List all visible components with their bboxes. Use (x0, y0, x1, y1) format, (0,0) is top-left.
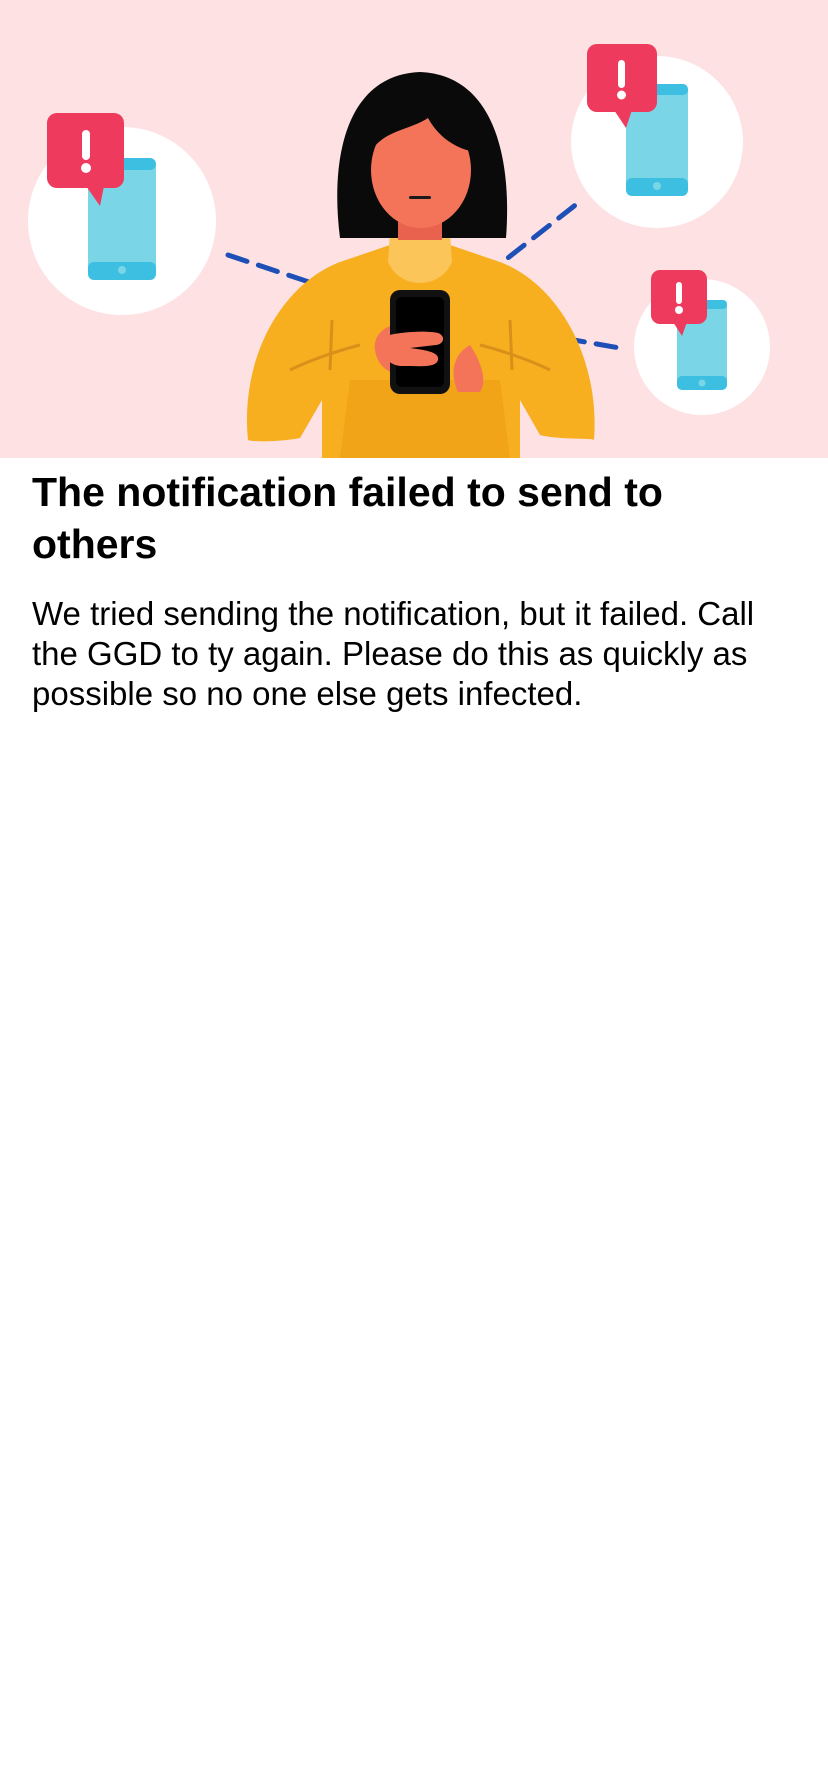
message-body: We tried sending the notification, but i… (32, 595, 755, 712)
notification-failed-screen: The notification failed to send to other… (0, 0, 828, 1792)
message-content: The notification failed to send to other… (32, 466, 802, 714)
person-figure (246, 72, 595, 458)
illustration-svg (28, 44, 770, 458)
page-title: The notification failed to send to other… (32, 469, 663, 567)
hero-illustration (0, 0, 828, 458)
